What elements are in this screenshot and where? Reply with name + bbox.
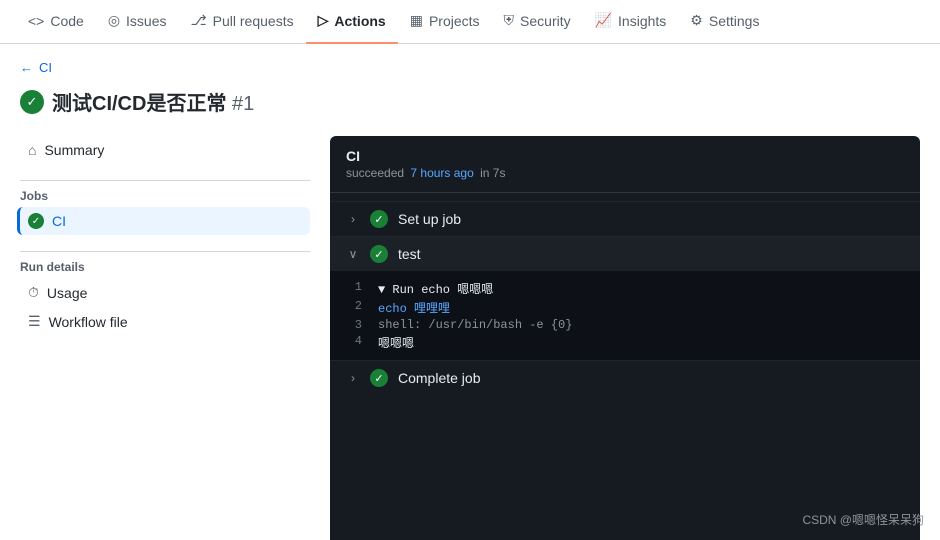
page-title: ✓ 测试CI/CD是否正常 #1	[20, 87, 920, 116]
nav-actions[interactable]: ▷ Actions	[306, 0, 398, 44]
line-content-3: shell: /usr/bin/bash -e {0}	[378, 318, 572, 332]
run-title: 测试CI/CD是否正常 #1	[52, 87, 254, 116]
code-line-2: 2 echo 哩哩哩	[346, 298, 904, 317]
page-content: ← CI ✓ 测试CI/CD是否正常 #1 ⌂ Summary	[0, 44, 940, 540]
sidebar-item-workflow-file[interactable]: ☰ Workflow file	[20, 307, 310, 336]
watermark: CSDN @嗯嗯怪呆呆狗	[802, 511, 924, 528]
terminal-divider	[330, 192, 920, 193]
nav-actions-label: Actions	[334, 13, 385, 29]
insights-icon: 📈	[595, 12, 612, 29]
step-test[interactable]: ∨ ✓ test	[330, 236, 920, 271]
nav-issues-label: Issues	[126, 13, 166, 29]
summary-icon: ⌂	[28, 142, 36, 158]
nav-insights[interactable]: 📈 Insights	[583, 0, 679, 44]
nav-security[interactable]: ⛨ Security	[492, 0, 583, 44]
terminal-duration: in 7s	[480, 166, 505, 180]
settings-icon: ⚙	[690, 12, 703, 29]
title-success-icon: ✓	[20, 90, 44, 114]
pull-requests-icon: ⎇	[191, 12, 207, 29]
terminal-panel: CI succeeded 7 hours ago in 7s › ✓ Set u…	[330, 136, 920, 540]
step-setup-job[interactable]: › ✓ Set up job	[330, 201, 920, 236]
line-content-2: echo 哩哩哩	[378, 299, 450, 316]
nav-code[interactable]: <> Code	[16, 0, 96, 44]
ci-job-label: CI	[52, 213, 66, 229]
sidebar: ⌂ Summary Jobs ✓ CI Run details	[20, 136, 330, 540]
sidebar-item-ci[interactable]: ✓ CI	[17, 207, 310, 235]
sidebar-run-details-section: Run details ⏱ Usage ☰ Workflow file	[20, 260, 310, 336]
terminal-time-ago: 7 hours ago	[410, 166, 473, 180]
line-num-4: 4	[346, 334, 362, 351]
workflow-file-label: Workflow file	[49, 314, 128, 330]
code-line-1: 1 ▼ Run echo 嗯嗯嗯	[346, 279, 904, 298]
projects-icon: ▦	[410, 12, 423, 29]
step-setup-chevron: ›	[346, 212, 360, 226]
sidebar-summary-section: ⌂ Summary	[20, 136, 310, 164]
terminal-subtitle: succeeded 7 hours ago in 7s	[346, 166, 904, 180]
step-setup-label: Set up job	[398, 211, 461, 227]
terminal-status: succeeded	[346, 166, 404, 180]
step-complete-job[interactable]: › ✓ Complete job	[330, 360, 920, 395]
breadcrumb[interactable]: ← CI	[20, 60, 920, 75]
workflow-file-icon: ☰	[28, 313, 41, 330]
line-num-2: 2	[346, 299, 362, 316]
step-test-label: test	[398, 246, 421, 262]
line-num-1: 1	[346, 280, 362, 297]
usage-label: Usage	[47, 285, 87, 301]
code-line-3: 3 shell: /usr/bin/bash -e {0}	[346, 317, 904, 333]
line-content-4: 嗯嗯嗯	[378, 334, 414, 351]
sidebar-item-usage[interactable]: ⏱ Usage	[20, 278, 310, 307]
line-content-1: ▼ Run echo 嗯嗯嗯	[378, 280, 493, 297]
nav-insights-label: Insights	[618, 13, 666, 29]
step-test-success-icon: ✓	[370, 245, 388, 263]
nav-pull-requests[interactable]: ⎇ Pull requests	[179, 0, 306, 44]
main-layout: ⌂ Summary Jobs ✓ CI Run details	[20, 136, 920, 540]
nav-projects[interactable]: ▦ Projects	[398, 0, 492, 44]
step-setup-success-icon: ✓	[370, 210, 388, 228]
run-number: #1	[232, 93, 254, 115]
breadcrumb-label: CI	[39, 60, 52, 75]
nav-settings[interactable]: ⚙ Settings	[678, 0, 771, 44]
nav-projects-label: Projects	[429, 13, 480, 29]
step-complete-success-icon: ✓	[370, 369, 388, 387]
terminal-header: CI succeeded 7 hours ago in 7s	[330, 136, 920, 184]
step-test-chevron: ∨	[346, 247, 360, 261]
step-complete-chevron: ›	[346, 371, 360, 385]
code-line-4: 4 嗯嗯嗯	[346, 333, 904, 352]
sidebar-jobs-section: Jobs ✓ CI	[20, 189, 310, 235]
run-details-label: Run details	[20, 260, 310, 274]
sidebar-divider-1	[20, 180, 310, 181]
terminal-title: CI	[346, 148, 904, 164]
sidebar-summary-label: Summary	[44, 142, 104, 158]
nav-settings-label: Settings	[709, 13, 760, 29]
ci-success-icon: ✓	[28, 213, 44, 229]
code-icon: <>	[28, 13, 44, 29]
actions-icon: ▷	[318, 12, 329, 29]
nav-pull-requests-label: Pull requests	[213, 13, 294, 29]
jobs-label: Jobs	[20, 189, 310, 203]
security-icon: ⛨	[504, 12, 515, 29]
line-num-3: 3	[346, 318, 362, 332]
sidebar-item-summary[interactable]: ⌂ Summary	[20, 136, 310, 164]
usage-icon: ⏱	[28, 284, 39, 301]
top-nav: <> Code ◎ Issues ⎇ Pull requests ▷ Actio…	[0, 0, 940, 44]
nav-security-label: Security	[520, 13, 571, 29]
nav-code-label: Code	[50, 13, 83, 29]
sidebar-divider-2	[20, 251, 310, 252]
breadcrumb-arrow: ←	[20, 60, 33, 75]
step-complete-label: Complete job	[398, 370, 481, 386]
code-block: 1 ▼ Run echo 嗯嗯嗯 2 echo 哩哩哩 3 shell: /us…	[330, 271, 920, 360]
nav-issues[interactable]: ◎ Issues	[96, 0, 179, 44]
issues-icon: ◎	[108, 12, 120, 29]
